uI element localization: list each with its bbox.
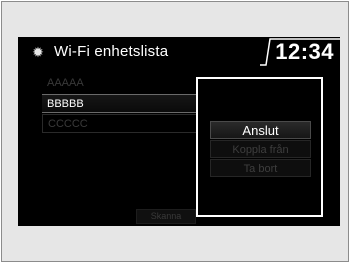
disconnect-button[interactable]: Koppla från <box>210 140 311 158</box>
header-bar: ✹ Wi-Fi enhetslista 12:34 <box>18 37 340 69</box>
scan-button[interactable]: Skanna <box>136 209 196 224</box>
remove-button[interactable]: Ta bort <box>210 159 311 177</box>
page-title: Wi-Fi enhetslista <box>54 43 169 60</box>
device-list: AAAAA BBBBB CCCCC <box>42 74 212 134</box>
list-item[interactable]: CCCCC <box>42 114 212 133</box>
head-unit-screen: ✹ Wi-Fi enhetslista 12:34 AAAAA BBBBB CC… <box>18 37 340 226</box>
clock: 12:34 <box>275 39 334 64</box>
display-frame: ✹ Wi-Fi enhetslista 12:34 AAAAA BBBBB CC… <box>1 1 349 262</box>
gear-icon: ✹ <box>32 44 44 60</box>
connect-button[interactable]: Anslut <box>210 121 311 139</box>
clock-area: 12:34 <box>260 37 340 67</box>
device-action-popup: Anslut Koppla från Ta bort <box>196 77 323 217</box>
list-item[interactable]: BBBBB <box>42 94 212 113</box>
list-item[interactable]: AAAAA <box>42 74 212 93</box>
